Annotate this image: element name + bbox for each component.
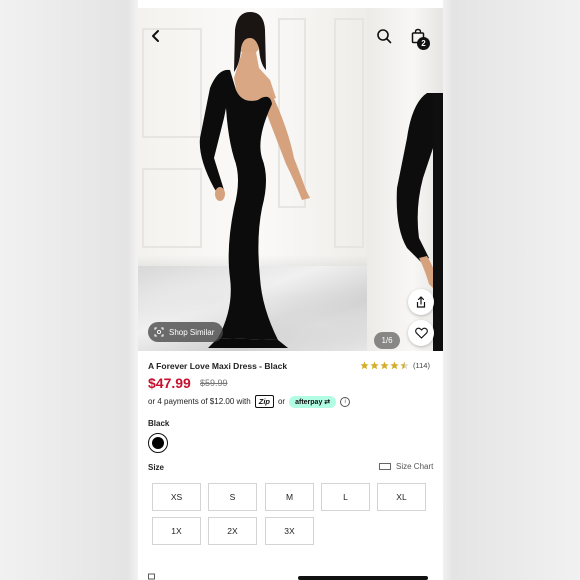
rating-count: (114) bbox=[413, 361, 430, 370]
size-option-s[interactable]: S bbox=[208, 483, 257, 511]
favorite-button[interactable] bbox=[408, 320, 434, 346]
star-icon bbox=[390, 361, 399, 370]
search-button[interactable] bbox=[370, 22, 398, 50]
ruler-icon bbox=[379, 463, 391, 470]
back-arrow-icon bbox=[152, 30, 159, 42]
delivery-info-peek bbox=[148, 573, 433, 580]
cart-button[interactable]: 2 bbox=[404, 22, 432, 50]
size-option-3x[interactable]: 3X bbox=[265, 517, 314, 545]
size-option-l[interactable]: L bbox=[321, 483, 370, 511]
swatch-fill bbox=[152, 437, 164, 449]
truck-icon bbox=[148, 573, 155, 580]
cart-count-badge: 2 bbox=[417, 37, 430, 50]
share-icon bbox=[416, 296, 426, 308]
back-button[interactable] bbox=[142, 22, 170, 50]
afterpay-logo[interactable]: afterpay ⇄ bbox=[289, 395, 337, 408]
original-price: $59.99 bbox=[200, 378, 228, 388]
installment-info: or 4 payments of $12.00 with Zip or afte… bbox=[148, 395, 351, 408]
model-figure bbox=[199, 12, 310, 348]
search-icon bbox=[377, 29, 392, 44]
installment-text: or 4 payments of $12.00 with bbox=[148, 397, 251, 406]
afterpay-label: afterpay bbox=[295, 398, 323, 406]
zip-logo[interactable]: Zip bbox=[254, 395, 274, 408]
size-option-2x[interactable]: 2X bbox=[208, 517, 257, 545]
installment-or: or bbox=[277, 397, 286, 406]
color-swatch-black[interactable] bbox=[148, 433, 168, 453]
image-gallery[interactable]: 2 Shop Similar 1/6 bbox=[138, 8, 443, 351]
heart-icon bbox=[414, 327, 428, 339]
share-button[interactable] bbox=[408, 289, 434, 315]
size-option-xl[interactable]: XL bbox=[377, 483, 426, 511]
image-pager: 1/6 bbox=[374, 332, 400, 349]
size-option-1x[interactable]: 1X bbox=[152, 517, 201, 545]
sale-price: $47.99 bbox=[148, 375, 191, 391]
size-chart-label: Size Chart bbox=[396, 462, 434, 471]
star-icon bbox=[360, 361, 369, 370]
product-image-main[interactable] bbox=[138, 8, 367, 351]
size-chart-link[interactable]: Size Chart bbox=[379, 462, 433, 471]
product-rating[interactable]: (114) bbox=[360, 361, 430, 370]
star-half-icon bbox=[400, 361, 409, 370]
bottom-bar bbox=[298, 576, 428, 580]
shop-similar-label: Shop Similar bbox=[169, 327, 215, 337]
star-icon bbox=[370, 361, 379, 370]
shop-similar-button[interactable]: Shop Similar bbox=[148, 322, 224, 342]
info-icon[interactable]: i bbox=[340, 396, 351, 407]
color-label: Black bbox=[148, 419, 170, 428]
scan-icon bbox=[154, 327, 164, 337]
product-title: A Forever Love Maxi Dress - Black bbox=[148, 361, 288, 371]
product-page: 2 Shop Similar 1/6 A Forever Love Maxi D… bbox=[138, 0, 443, 580]
size-option-xs[interactable]: XS bbox=[152, 483, 201, 511]
star-icon bbox=[380, 361, 389, 370]
size-option-m[interactable]: M bbox=[265, 483, 314, 511]
size-label: Size bbox=[148, 463, 165, 472]
